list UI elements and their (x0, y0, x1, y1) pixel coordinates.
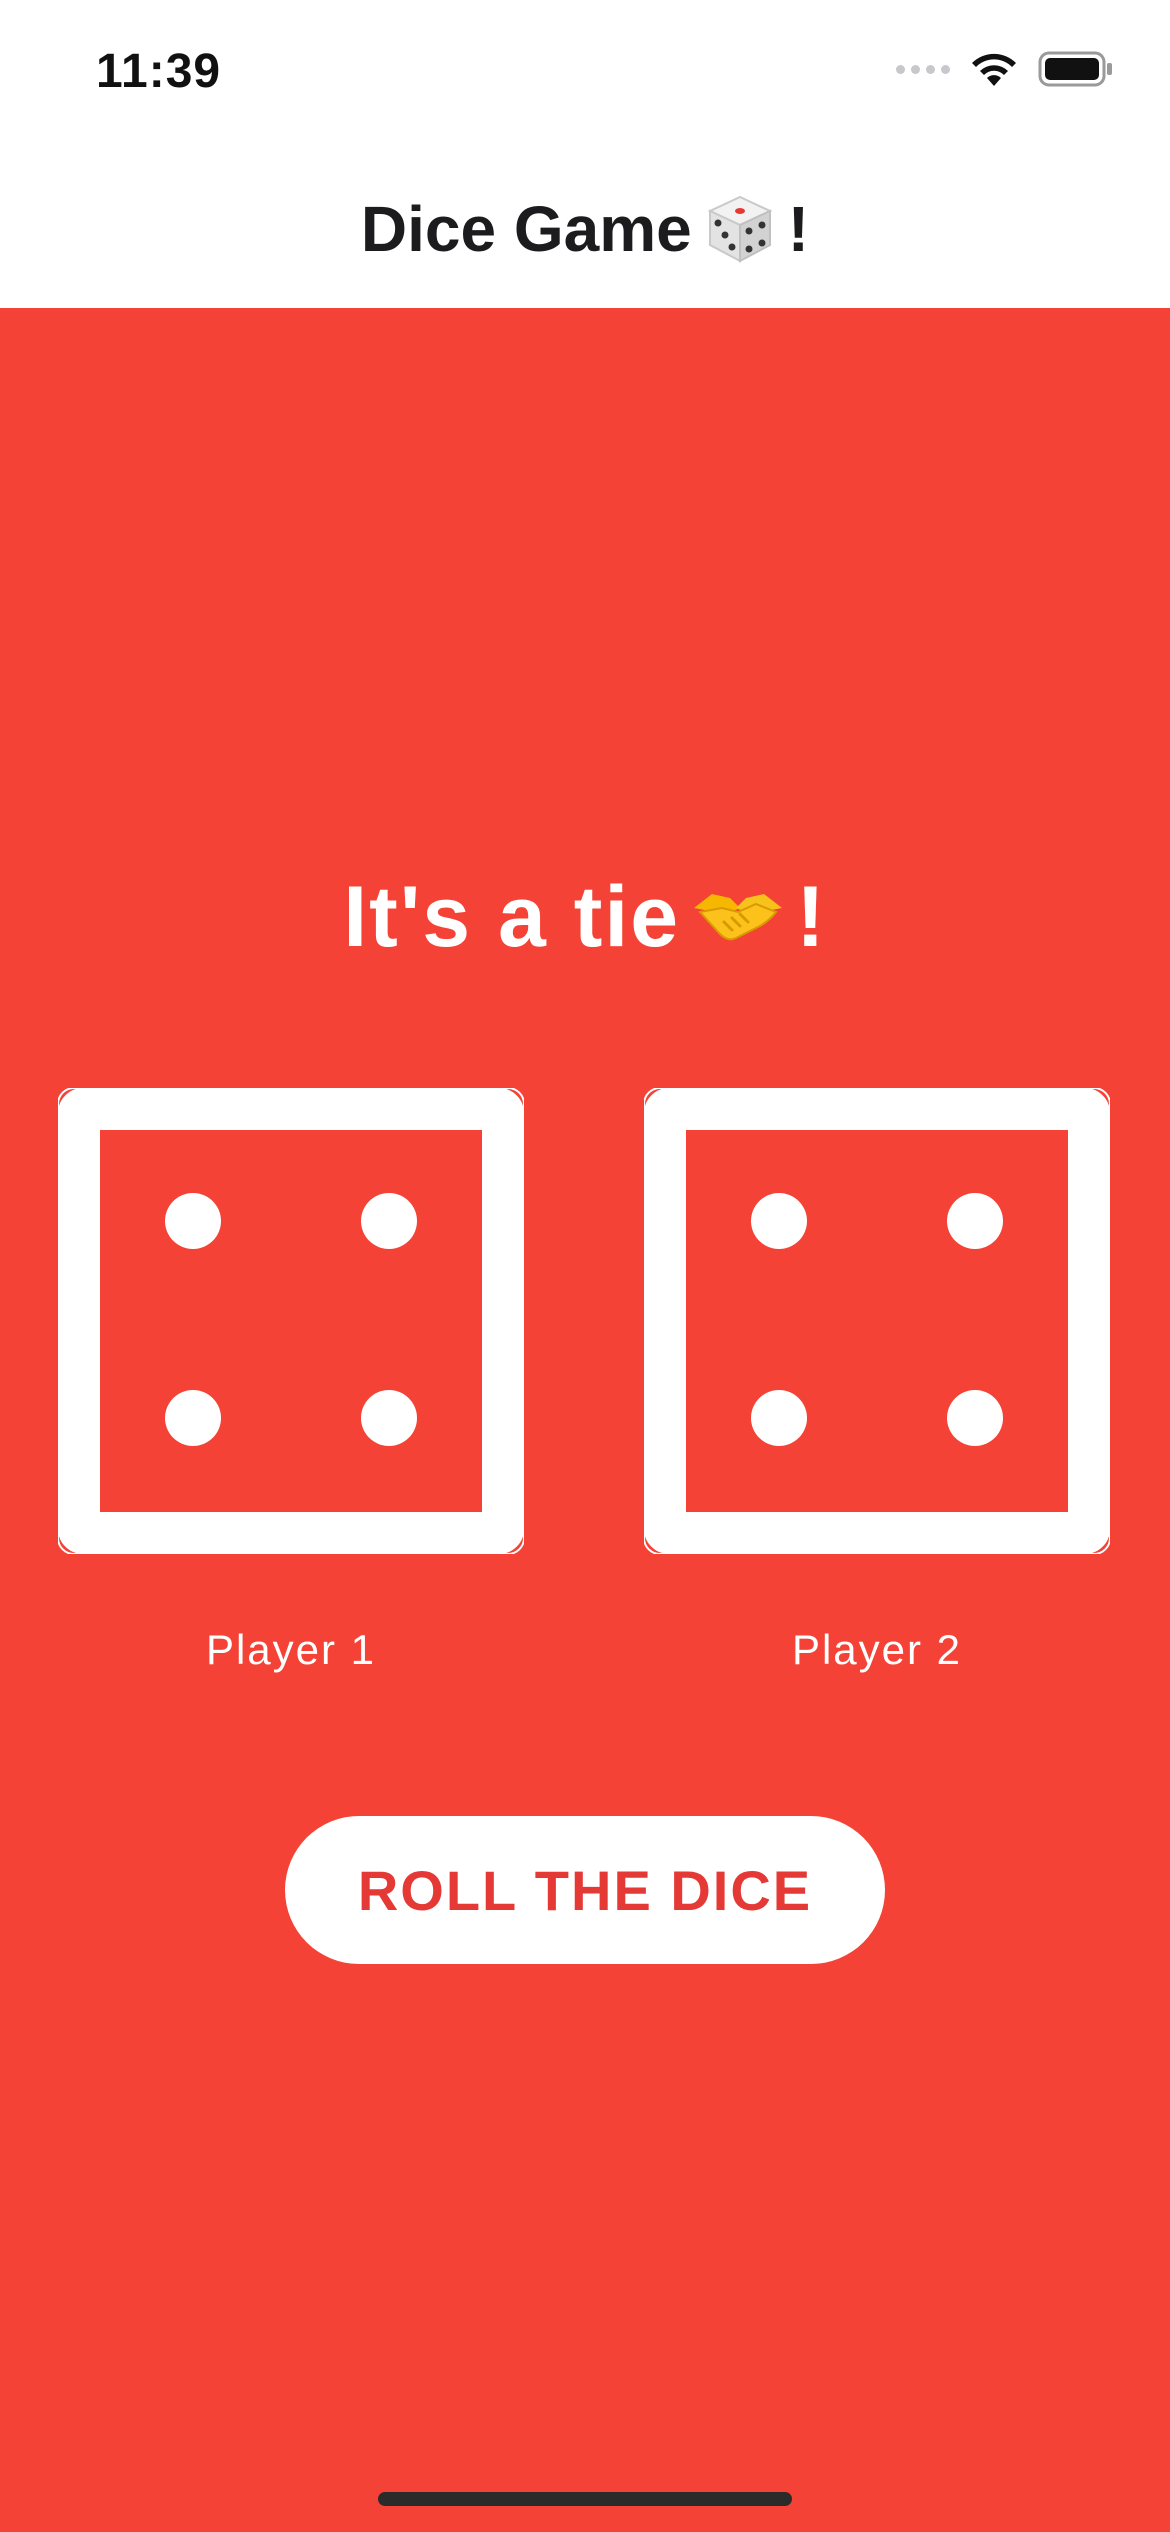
roll-dice-button[interactable]: ROLL THE DICE (285, 1816, 885, 1964)
handshake-icon (694, 893, 783, 940)
result-text: It's a tie (343, 869, 681, 965)
die-pip (751, 1193, 807, 1249)
cellular-signal-icon (896, 64, 950, 74)
game-area: It's a tie ! Player 1 Player 2 ROLL THE … (0, 308, 1170, 2532)
die-pip (947, 1390, 1003, 1446)
game-die-icon (707, 195, 773, 263)
die-pip (751, 1390, 807, 1446)
die-pip (947, 1193, 1003, 1249)
result-heading: It's a tie ! (0, 868, 1170, 967)
wifi-icon (972, 53, 1016, 86)
nav-header: Dice Game ! (0, 150, 1170, 308)
status-time: 11:39 (96, 45, 222, 98)
player2-label: Player 2 (791, 1626, 963, 1673)
die-pip (165, 1390, 221, 1446)
die-pip (165, 1193, 221, 1249)
die-pip (361, 1193, 417, 1249)
player1-label: Player 1 (205, 1626, 377, 1673)
page-title: Dice Game ! (361, 192, 809, 266)
app-screen: 11:39 Dice Game ! It's a tie ! Player 1 … (0, 0, 1170, 2532)
page-title-suffix: ! (787, 193, 810, 265)
result-suffix: ! (796, 869, 827, 965)
player1-die (58, 1088, 524, 1554)
die-pip (361, 1390, 417, 1446)
battery-icon (1038, 51, 1112, 87)
home-indicator[interactable] (378, 2492, 792, 2506)
status-icons (896, 50, 1114, 88)
status-bar: 11:39 (0, 0, 1170, 150)
player2-die (644, 1088, 1110, 1554)
page-title-text: Dice Game (360, 193, 692, 265)
